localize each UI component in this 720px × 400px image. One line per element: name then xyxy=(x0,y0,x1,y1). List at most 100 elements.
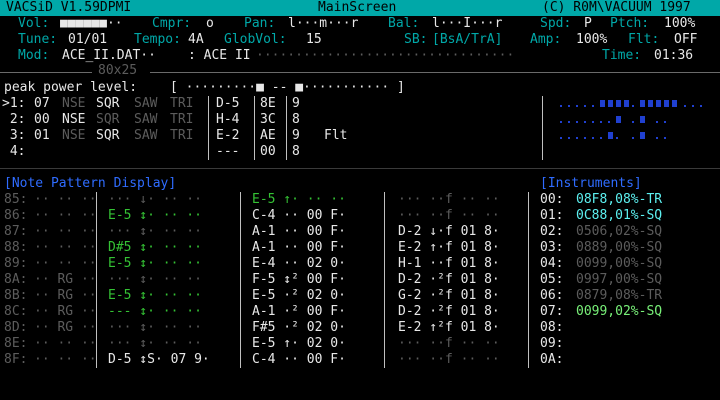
pattern-channel-3[interactable]: E-5 ·² 02 0· xyxy=(252,288,346,304)
pattern-channel-1[interactable]: ·· ·· ·· xyxy=(34,336,97,352)
pattern-channel-4[interactable]: H-1 ··f 01 8· xyxy=(398,256,500,272)
pattern-channel-3[interactable]: A-1 ·· 00 F· xyxy=(252,240,346,256)
pattern-channel-1[interactable]: ·· ·· ·· xyxy=(34,240,97,256)
pattern-channel-3[interactable]: C-4 ·· 00 F· xyxy=(252,352,346,368)
pattern-channel-3[interactable]: E-5 ↑· 02 0· xyxy=(252,336,346,352)
instrument-entry[interactable]: 0506,02%-SQ xyxy=(576,224,662,240)
bal-slider[interactable]: l···I···r xyxy=(432,16,502,32)
voice-value-a: AE xyxy=(260,128,276,143)
voice-index[interactable]: 2: xyxy=(2,112,26,128)
voice-waveform[interactable]: SAW xyxy=(134,96,157,112)
voice-waveform[interactable]: NSE xyxy=(62,112,85,128)
pan-slider[interactable]: l···m···r xyxy=(288,16,358,32)
instrument-entry[interactable]: 0099,02%-SQ xyxy=(576,304,662,320)
mod-filename[interactable]: ACE_II.DAT·· xyxy=(62,48,156,64)
globvol-value[interactable]: 15 xyxy=(306,32,322,48)
voice-instrument[interactable]: 01 xyxy=(34,128,50,144)
pattern-channel-1[interactable]: ·· RG ·· xyxy=(34,288,97,304)
voice-waveform[interactable]: SQR xyxy=(96,96,119,112)
pattern-channel-1[interactable]: ·· RG ·· xyxy=(34,272,97,288)
pattern-channel-2[interactable]: E-5 ↕· ·· ·· xyxy=(108,208,202,224)
cmpr-value[interactable]: o xyxy=(206,16,214,32)
instrument-entry[interactable]: 0C88,01%-SQ xyxy=(576,208,662,224)
spd-label: Spd: xyxy=(540,16,572,31)
pattern-channel-2[interactable]: ··· ↓· ·· ·· xyxy=(108,192,202,208)
pattern-channel-2[interactable]: ··· ↕· ·· ·· xyxy=(108,224,202,240)
pattern-channel-3[interactable]: E-4 ·· 02 0· xyxy=(252,256,346,272)
pattern-channel-4[interactable]: ··· ··f ·· ·· xyxy=(398,208,500,224)
pattern-header: [Note Pattern Display] xyxy=(4,176,177,191)
pattern-channel-4[interactable]: ··· ··f ·· ·· xyxy=(398,352,500,368)
pattern-channel-3[interactable]: A-1 ·· 00 F· xyxy=(252,224,346,240)
spd-value[interactable]: P xyxy=(584,16,592,32)
vol-meter[interactable]: ■■■■■■·· xyxy=(60,16,123,32)
pattern-row-number: 87: xyxy=(4,224,28,239)
pattern-channel-1[interactable]: ·· ·· ·· xyxy=(34,256,97,272)
sb-label: SB: xyxy=(404,32,428,47)
app-title: VACSiD V1.59DPMI xyxy=(6,0,132,15)
instrument-entry[interactable]: 08F8,08%-TR xyxy=(576,192,662,208)
pattern-channel-4[interactable]: G-2 ·²f 01 8· xyxy=(398,288,500,304)
pattern-channel-1[interactable]: ·· ·· ·· xyxy=(34,192,97,208)
pattern-channel-4[interactable]: D-2 ·²f 01 8· xyxy=(398,304,500,320)
voice-waveform[interactable]: SAW xyxy=(134,128,157,144)
pattern-channel-1[interactable]: ·· ·· ·· xyxy=(34,352,97,368)
pattern-channel-4[interactable]: E-2 ↑·f 01 8· xyxy=(398,240,500,256)
ptch-value[interactable]: 100% xyxy=(664,16,695,32)
voice-instrument[interactable]: 07 xyxy=(34,96,50,112)
flt-value[interactable]: OFF xyxy=(674,32,697,48)
pattern-channel-4[interactable]: D-2 ↓·f 01 8· xyxy=(398,224,500,240)
bal-label: Bal: xyxy=(388,16,420,31)
pattern-channel-2[interactable]: E-5 ↕· ·· ·· xyxy=(108,288,202,304)
voice-waveform[interactable]: NSE xyxy=(62,96,85,112)
pattern-channel-2[interactable]: D#5 ↕· ·· ·· xyxy=(108,240,202,256)
pattern-channel-2[interactable]: --- ↕· ·· ·· xyxy=(108,304,202,320)
tune-value[interactable]: 01/01 xyxy=(68,32,107,48)
pattern-channel-3[interactable]: E-5 ↑· ·· ·· xyxy=(252,192,346,208)
voice-divider-3 xyxy=(286,96,287,160)
pattern-channel-4[interactable]: D-2 ·²f 01 8· xyxy=(398,272,500,288)
voice-waveform[interactable]: TRI xyxy=(170,96,193,112)
instruments-header: [Instruments] xyxy=(540,176,642,191)
pattern-channel-2[interactable]: ··· ↕· ·· ·· xyxy=(108,272,202,288)
amp-value[interactable]: 100% xyxy=(576,32,607,48)
pattern-channel-2[interactable]: E-5 ↕· ·· ·· xyxy=(108,256,202,272)
voice-index[interactable]: >1: xyxy=(2,96,25,112)
voice-instrument[interactable]: 00 xyxy=(34,112,50,128)
pattern-channel-2[interactable]: D-5 ↕S· 07 9· xyxy=(108,352,210,368)
pattern-channel-3[interactable]: C-4 ·· 00 F· xyxy=(252,208,346,224)
pattern-channel-3[interactable]: A-1 ·² 00 F· xyxy=(252,304,346,320)
pattern-channel-1[interactable]: ·· RG ·· xyxy=(34,320,97,336)
voice-waveform[interactable]: SQR xyxy=(96,112,119,128)
sb-value[interactable]: [BsA/TrA] xyxy=(432,32,502,48)
pattern-channel-4[interactable]: ··· ··f ·· ·· xyxy=(398,336,500,352)
voice-waveform[interactable]: TRI xyxy=(170,112,193,128)
instrument-entry[interactable]: 0889,00%-SQ xyxy=(576,240,662,256)
instrument-number: 06: xyxy=(540,288,564,303)
instrument-entry[interactable]: 0997,00%-SQ xyxy=(576,272,662,288)
instrument-entry[interactable]: 0879,08%-TR xyxy=(576,288,662,304)
pattern-channel-3[interactable]: F#5 ·² 02 0· xyxy=(252,320,346,336)
voice-value-b: 8 xyxy=(292,144,300,159)
tempo-value[interactable]: 4A xyxy=(188,32,204,48)
voice-waveform[interactable]: SAW xyxy=(134,112,157,128)
voice-waveform[interactable]: NSE xyxy=(62,128,85,144)
voice-waveform[interactable]: SQR xyxy=(96,128,119,144)
pattern-channel-1[interactable]: ·· RG ·· xyxy=(34,304,97,320)
globvol-label: GlobVol: xyxy=(224,32,287,47)
voice-note: H-4 xyxy=(216,112,240,127)
pattern-channel-2[interactable]: ··· ↕· ·· ·· xyxy=(108,336,202,352)
instrument-entry[interactable]: 0099,00%-SQ xyxy=(576,256,662,272)
voice-index[interactable]: 3: xyxy=(2,128,26,144)
cmpr-label: Cmpr: xyxy=(152,16,192,31)
amp-label: Amp: xyxy=(530,32,562,47)
pattern-channel-1[interactable]: ·· ·· ·· xyxy=(34,208,97,224)
pattern-channel-1[interactable]: ·· ·· ·· xyxy=(34,224,97,240)
pattern-channel-4[interactable]: ··· ··f ·· ·· xyxy=(398,192,500,208)
separator-right xyxy=(150,72,720,73)
pattern-channel-2[interactable]: ··· ↕· ·· ·· xyxy=(108,320,202,336)
pattern-channel-4[interactable]: E-2 ↑²f 01 8· xyxy=(398,320,500,336)
voice-index[interactable]: 4: xyxy=(2,144,26,160)
pattern-channel-3[interactable]: F-5 ↕² 00 F· xyxy=(252,272,346,288)
voice-waveform[interactable]: TRI xyxy=(170,128,193,144)
